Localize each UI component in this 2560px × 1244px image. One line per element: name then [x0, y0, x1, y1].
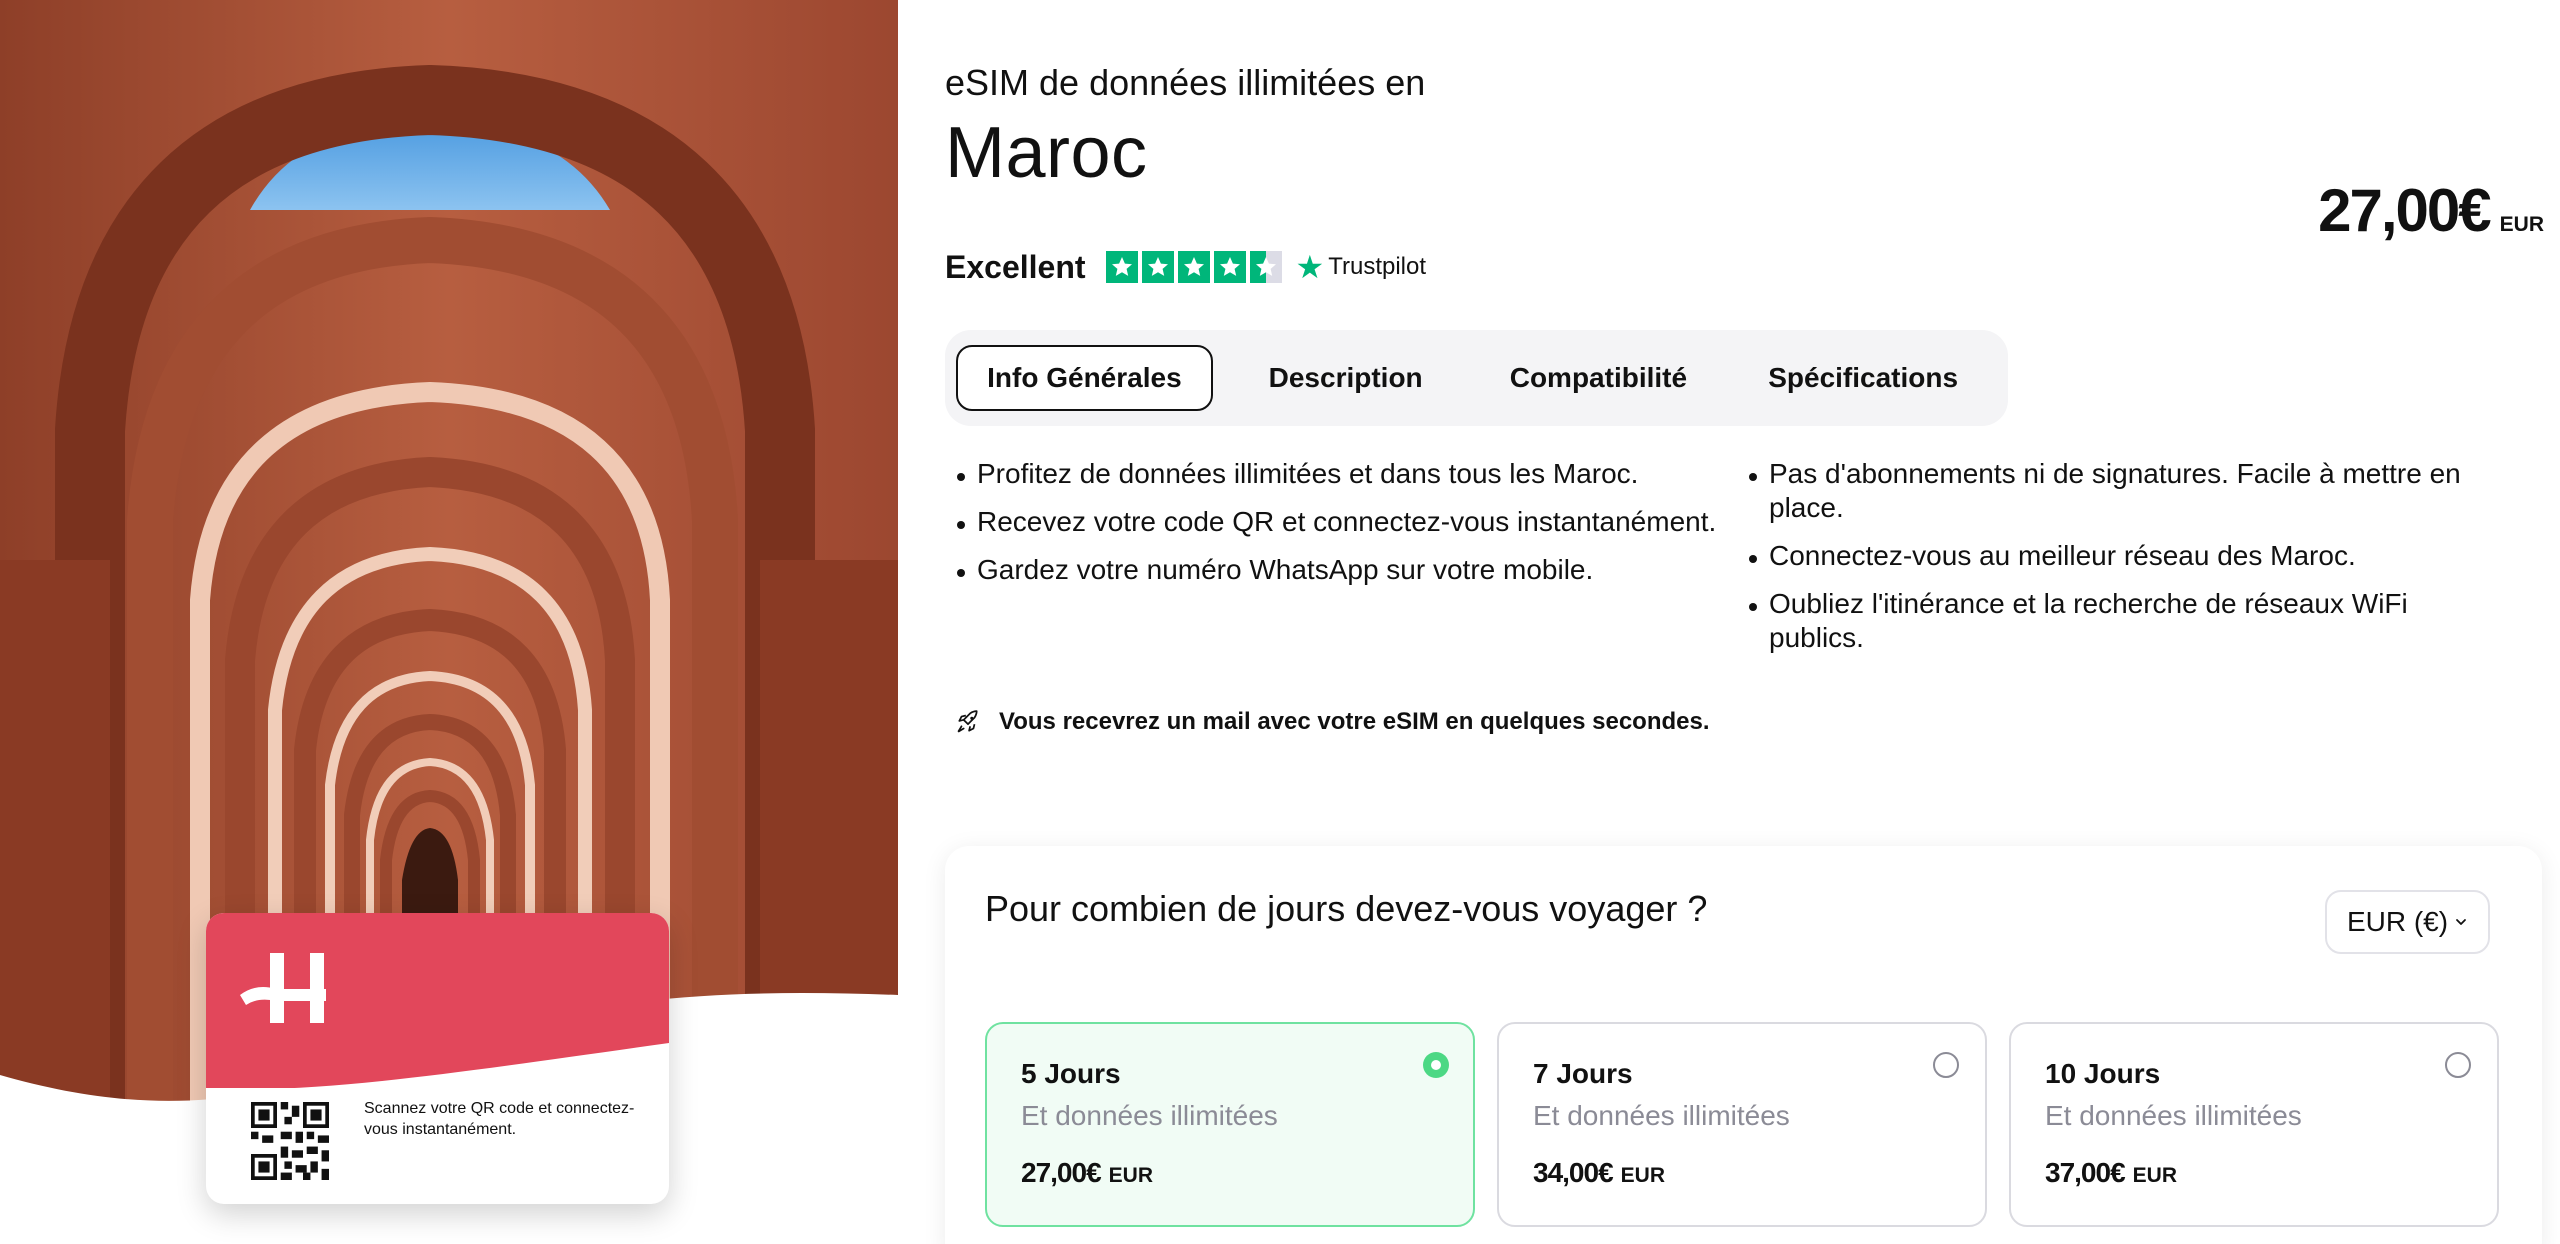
- product-title: Maroc: [945, 113, 1148, 193]
- feature-column-left: Profitez de données illimitées et dans t…: [955, 457, 1747, 669]
- notice-text: Vous recevrez un mail avec votre eSIM en…: [999, 708, 1710, 735]
- feature-item: Recevez votre code QR et connectez-vous …: [955, 505, 1747, 539]
- plan-description: Et données illimitées: [1021, 1100, 1278, 1131]
- price-currency: EUR: [2499, 213, 2544, 236]
- plan-price-amount: 34,00€: [1533, 1157, 1614, 1188]
- plan-price-currency: EUR: [2132, 1164, 2177, 1187]
- plan-options: 5 Jours Et données illimitées 27,00€ EUR…: [985, 1022, 2499, 1227]
- feature-item: Gardez votre numéro WhatsApp sur votre m…: [955, 553, 1747, 587]
- plan-radio[interactable]: [1933, 1052, 1959, 1078]
- trustpilot-rating[interactable]: Excellent ★ Trustpilot: [945, 248, 1426, 286]
- half-star-icon: [1249, 251, 1282, 283]
- currency-value: EUR (€): [2346, 906, 2449, 937]
- currency-select[interactable]: EUR (€): [2325, 890, 2490, 954]
- esim-card: Scannez votre QR code et connectez-vous …: [206, 913, 669, 1204]
- delivery-notice: Vous recevrez un mail avec votre eSIM en…: [955, 708, 1710, 736]
- product-subtitle: eSIM de données illimitées en: [945, 62, 1426, 103]
- tab-description[interactable]: Description: [1213, 345, 1479, 411]
- feature-item: Pas d'abonnements ni de signatures. Faci…: [1747, 457, 2507, 525]
- trustpilot-label: Trustpilot: [1328, 253, 1427, 280]
- star-icon: [1213, 251, 1246, 283]
- plan-name: 7 Jours: [1533, 1058, 1633, 1089]
- feature-column-right: Pas d'abonnements ni de signatures. Faci…: [1747, 457, 2507, 669]
- hero-image: Scannez votre QR code et connectez-vous …: [0, 0, 898, 1244]
- holafly-logo-icon: [240, 953, 326, 1023]
- plan-price-amount: 27,00€: [1021, 1157, 1102, 1188]
- plan-radio-selected[interactable]: [1423, 1052, 1449, 1078]
- product-panel: eSIM de données illimitées en Maroc 27,0…: [945, 0, 2560, 1244]
- card-band-curve: [206, 1043, 669, 1103]
- plan-price: 37,00€ EUR: [2045, 1157, 2177, 1189]
- plan-price-currency: EUR: [1620, 1164, 1665, 1187]
- plan-radio[interactable]: [2445, 1052, 2471, 1078]
- rating-stars: [1105, 251, 1282, 283]
- tab-specifications[interactable]: Spécifications: [1718, 345, 2008, 411]
- price-amount: 27,00€: [2318, 177, 2492, 244]
- plan-option-5-days[interactable]: 5 Jours Et données illimitées 27,00€ EUR: [985, 1022, 1475, 1227]
- plan-option-7-days[interactable]: 7 Jours Et données illimitées 34,00€ EUR: [1497, 1022, 1987, 1227]
- duration-selector: Pour combien de jours devez-vous voyager…: [945, 846, 2542, 1244]
- duration-question: Pour combien de jours devez-vous voyager…: [985, 888, 1708, 929]
- qr-code-icon: [251, 1102, 329, 1180]
- product-price: 27,00€ EUR: [2318, 176, 2544, 245]
- feature-item: Profitez de données illimitées et dans t…: [955, 457, 1747, 491]
- star-icon: [1105, 251, 1138, 283]
- plan-option-10-days[interactable]: 10 Jours Et données illimitées 37,00€ EU…: [2009, 1022, 2499, 1227]
- rating-label: Excellent: [945, 248, 1086, 285]
- plan-price: 27,00€ EUR: [1021, 1157, 1153, 1189]
- qr-instructions: Scannez votre QR code et connectez-vous …: [364, 1100, 635, 1138]
- tab-info-generales[interactable]: Info Générales: [956, 345, 1213, 411]
- plan-name: 10 Jours: [2045, 1058, 2161, 1089]
- plan-price-currency: EUR: [1108, 1164, 1153, 1187]
- info-tabs: Info Générales Description Compatibilité…: [945, 330, 2008, 426]
- chevron-down-icon: [2456, 919, 2466, 925]
- plan-description: Et données illimitées: [1533, 1100, 1790, 1131]
- star-icon: [1141, 251, 1174, 283]
- trustpilot-star-icon: ★: [1295, 249, 1325, 285]
- feature-item: Oubliez l'itinérance et la recherche de …: [1747, 587, 2507, 655]
- star-icon: [1177, 251, 1210, 283]
- feature-item: Connectez-vous au meilleur réseau des Ma…: [1747, 539, 2507, 573]
- rocket-icon: [957, 710, 978, 733]
- plan-description: Et données illimitées: [2045, 1100, 2302, 1131]
- plan-name: 5 Jours: [1021, 1058, 1121, 1089]
- trustpilot-logo: ★ Trustpilot: [1296, 248, 1427, 286]
- feature-list: Profitez de données illimitées et dans t…: [955, 457, 2550, 669]
- plan-price: 34,00€ EUR: [1533, 1157, 1665, 1189]
- plan-price-amount: 37,00€: [2045, 1157, 2126, 1188]
- tab-compatibilite[interactable]: Compatibilité: [1479, 345, 1719, 411]
